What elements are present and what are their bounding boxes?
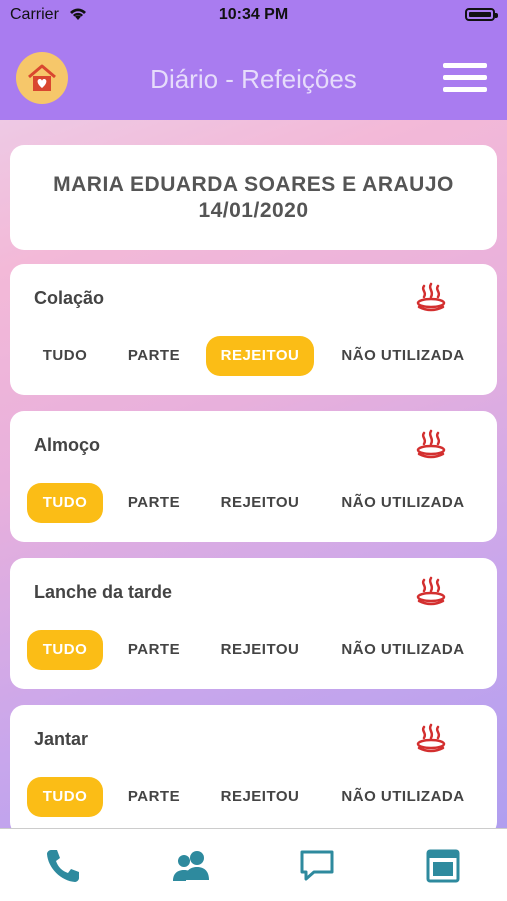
meal-options: TUDO PARTE REJEITOU NÃO UTILIZADA	[27, 336, 487, 376]
clock: 10:34 PM	[218, 6, 289, 23]
meal-name: Lanche da tarde	[34, 582, 173, 602]
hamburger-icon	[443, 63, 487, 68]
chat-icon	[300, 850, 334, 881]
menu-button[interactable]	[443, 63, 487, 93]
users-icon	[173, 851, 209, 881]
hot-food-icon	[416, 723, 446, 753]
meal-name: Jantar	[34, 729, 89, 749]
option-tudo-button[interactable]: TUDO	[27, 630, 103, 670]
nav-bar: Diário - Refeições	[0, 30, 507, 120]
option-tudo-button[interactable]: TUDO	[27, 777, 103, 817]
meal-card: Almoço TUDO PARTE REJEITOU NÃO UTILIZADA	[10, 411, 497, 542]
option-parte-button[interactable]: PARTE	[121, 336, 187, 376]
status-bar: Carrier 10:34 PM	[0, 0, 507, 30]
meal-options: TUDO PARTE REJEITOU NÃO UTILIZADA	[27, 630, 487, 670]
tab-calendar[interactable]	[418, 841, 468, 891]
diary-date: 14/01/2020	[198, 199, 309, 222]
option-rejeitou-button[interactable]: REJEITOU	[206, 483, 314, 523]
option-tudo-button[interactable]: TUDO	[27, 483, 103, 523]
child-info-card: MARIA EDUARDA SOARES E ARAUJO 14/01/2020	[10, 145, 497, 250]
phone-icon	[47, 850, 79, 882]
tab-phone[interactable]	[38, 841, 88, 891]
tab-messages[interactable]	[292, 841, 342, 891]
hot-food-icon	[416, 282, 446, 312]
meal-card: Colação TUDO PARTE REJEITOU NÃO UTILIZADA	[10, 264, 497, 395]
option-rejeitou-button[interactable]: REJEITOU	[206, 777, 314, 817]
hot-food-icon	[416, 576, 446, 606]
meal-card: Jantar TUDO PARTE REJEITOU NÃO UTILIZADA	[10, 705, 497, 836]
option-tudo-button[interactable]: TUDO	[27, 336, 103, 376]
option-nao-utilizada-button[interactable]: NÃO UTILIZADA	[332, 630, 474, 670]
meal-name: Almoço	[34, 435, 101, 455]
meal-card: Lanche da tarde TUDO PARTE REJEITOU NÃO UTIL…	[10, 558, 497, 689]
tab-contacts[interactable]	[166, 841, 216, 891]
option-parte-button[interactable]: PARTE	[121, 483, 187, 523]
meal-options: TUDO PARTE REJEITOU NÃO UTILIZADA	[27, 483, 487, 523]
hot-food-icon	[416, 429, 446, 459]
option-rejeitou-button[interactable]: REJEITOU	[206, 630, 314, 670]
option-nao-utilizada-button[interactable]: NÃO UTILIZADA	[332, 777, 474, 817]
battery-icon	[465, 8, 498, 21]
page-title: Diário - Refeições	[150, 64, 357, 94]
option-nao-utilizada-button[interactable]: NÃO UTILIZADA	[332, 336, 474, 376]
tab-bar	[0, 828, 507, 901]
option-nao-utilizada-button[interactable]: NÃO UTILIZADA	[332, 483, 474, 523]
calendar-icon	[426, 849, 460, 883]
child-name: MARIA EDUARDA SOARES E ARAUJO	[53, 173, 454, 196]
option-parte-button[interactable]: PARTE	[121, 630, 187, 670]
option-parte-button[interactable]: PARTE	[121, 777, 187, 817]
option-rejeitou-button[interactable]: REJEITOU	[206, 336, 314, 376]
meal-name: Colação	[34, 288, 105, 308]
meal-options: TUDO PARTE REJEITOU NÃO UTILIZADA	[27, 777, 487, 817]
